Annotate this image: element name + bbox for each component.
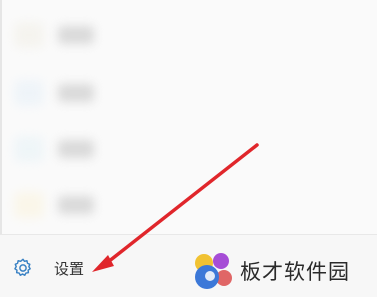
settings-label: 设置 bbox=[54, 259, 85, 278]
watermark-text: 板才软件园 bbox=[240, 260, 350, 284]
app-icon bbox=[14, 22, 44, 48]
blurred-label bbox=[58, 26, 94, 44]
menu-item-2[interactable] bbox=[0, 68, 377, 120]
app-icon bbox=[14, 80, 44, 106]
logo-icon bbox=[195, 253, 232, 289]
bottom-bar: 设置 板才软件园 bbox=[0, 234, 377, 297]
menu-item-4[interactable] bbox=[0, 180, 377, 232]
blurred-label bbox=[58, 84, 94, 102]
gear-icon bbox=[14, 258, 31, 276]
app-icon bbox=[14, 136, 44, 162]
menu-item-3[interactable] bbox=[0, 124, 377, 176]
blurred-label bbox=[58, 196, 94, 214]
settings-button[interactable]: 设置 bbox=[12, 255, 84, 281]
watermark: 板才软件园 bbox=[190, 249, 350, 293]
blurred-label bbox=[58, 140, 94, 158]
menu-item-1[interactable] bbox=[0, 10, 377, 62]
menu-panel bbox=[0, 0, 377, 234]
app-icon bbox=[14, 192, 44, 218]
